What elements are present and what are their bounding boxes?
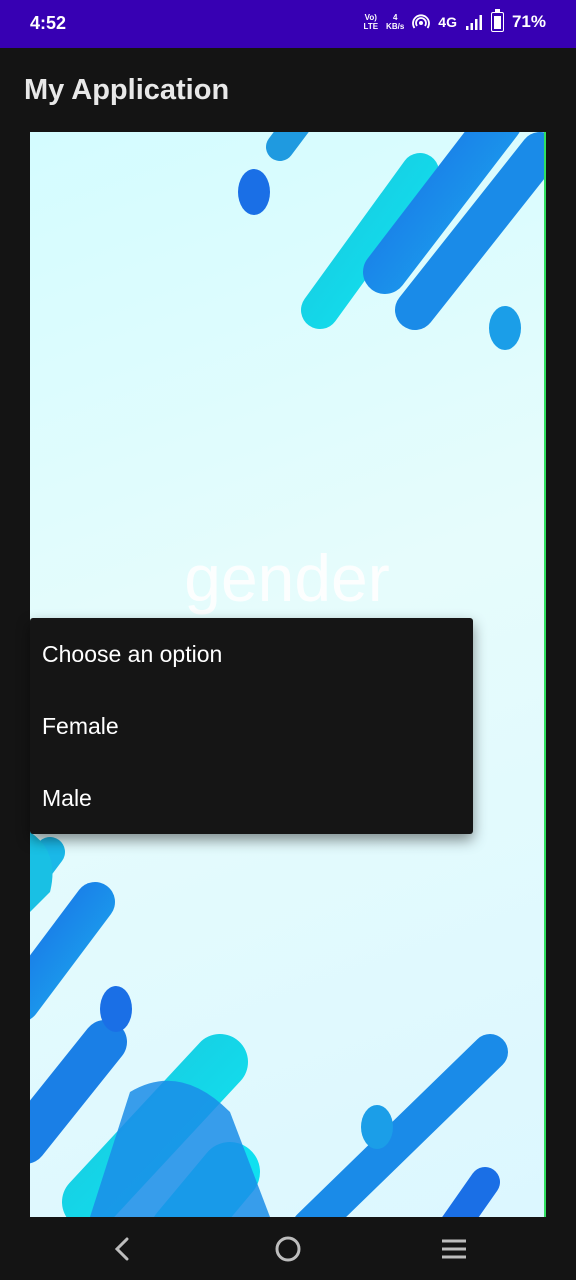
- status-bar: 4:52 Vo) LTE 4 KB/s 4G 71%: [0, 0, 576, 48]
- option-male[interactable]: Male: [30, 762, 473, 834]
- signal-icon: [465, 15, 482, 30]
- network-speed: 4 KB/s: [386, 13, 405, 31]
- app-bar: My Application: [0, 48, 576, 132]
- app-title: My Application: [24, 74, 230, 106]
- hotspot-icon: [412, 14, 431, 29]
- navigation-bar: [0, 1217, 576, 1280]
- status-icons: Vo) LTE 4 KB/s 4G 71%: [363, 9, 546, 32]
- network-type: 4G: [438, 14, 457, 30]
- recents-icon[interactable]: [438, 1233, 470, 1265]
- gender-dropdown-menu: Choose an option Female Male: [30, 618, 473, 834]
- option-female[interactable]: Female: [30, 690, 473, 762]
- battery-icon: [490, 9, 504, 32]
- battery-percent: 71%: [511, 12, 546, 31]
- volte-indicator: Vo) LTE: [363, 13, 379, 31]
- option-choose[interactable]: Choose an option: [30, 618, 473, 690]
- gender-heading: gender: [184, 541, 390, 615]
- home-icon[interactable]: [272, 1233, 304, 1265]
- status-time: 4:52: [30, 13, 67, 33]
- back-icon[interactable]: [106, 1233, 138, 1265]
